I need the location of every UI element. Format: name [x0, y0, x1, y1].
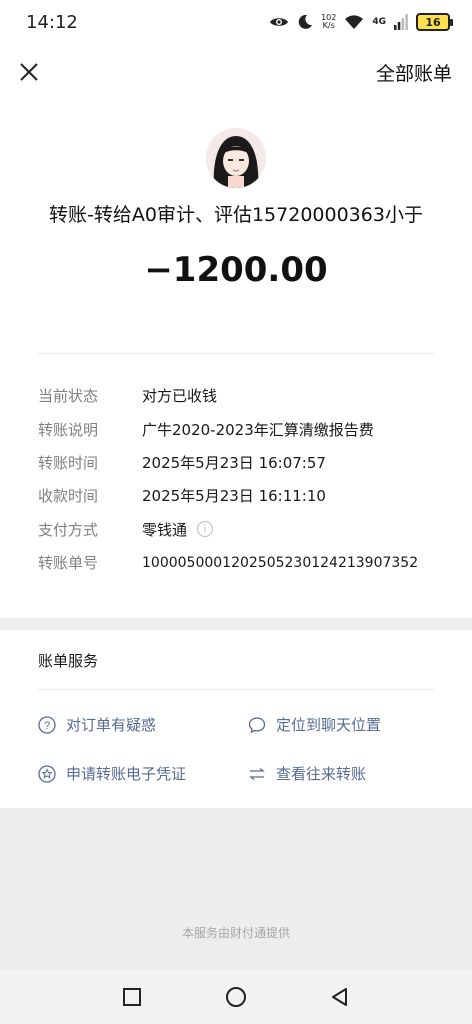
status-bar: 14:12 102 K/s 4G 16	[0, 0, 472, 44]
all-bills-link[interactable]: 全部账单	[376, 59, 452, 86]
detail-row-note: 转账说明 广牛2020-2023年汇算清缴报告费	[38, 412, 448, 445]
bill-services: 账单服务 ? 对订单有疑惑 定位到聊天位置 申请转账电子凭证 查看往来转账	[0, 630, 472, 808]
detail-key: 转账时间	[38, 453, 99, 472]
net-speed: 102 K/s	[321, 13, 337, 30]
recent-apps-icon[interactable]	[122, 987, 142, 1007]
detail-row-transfer-time: 转账时间 2025年5月23日 16:07:57	[38, 446, 448, 479]
system-nav-bar	[0, 970, 472, 1024]
detail-key: 收款时间	[38, 487, 99, 506]
network-type: 4G	[372, 17, 386, 27]
close-button[interactable]	[14, 57, 44, 87]
detail-key: 转账说明	[38, 420, 99, 439]
detail-value: 广牛2020-2023年汇算清缴报告费	[142, 420, 374, 439]
detail-value: 对方已收钱	[142, 387, 218, 406]
moon-icon	[298, 14, 313, 29]
service-label: 查看往来转账	[276, 765, 367, 783]
detail-value: 2025年5月23日 16:07:57	[142, 453, 326, 472]
transfer-title: 转账-转给A0审计、评估15720000363小于	[49, 204, 423, 226]
transfer-detail-card: 转账-转给A0审计、评估15720000363小于 −1200.00 当前状态 对…	[0, 100, 472, 618]
nav-bar: 全部账单	[0, 44, 472, 100]
battery-indicator: 16	[416, 13, 453, 31]
divider	[38, 689, 434, 690]
question-circle-icon: ?	[38, 715, 56, 734]
status-icons: 102 K/s 4G 16	[269, 13, 453, 31]
detail-key: 支付方式	[38, 520, 99, 539]
close-icon	[20, 63, 38, 81]
detail-key: 当前状态	[38, 387, 99, 406]
detail-row-transfer-id: 转账单号 100005000120250523012421390735​2	[38, 546, 448, 579]
star-circle-icon	[38, 764, 56, 783]
status-time: 14:12	[26, 11, 78, 33]
detail-row-payment-method: 支付方式 零钱通 i	[38, 513, 448, 546]
service-locate-chat[interactable]: 定位到聊天位置	[248, 714, 381, 735]
detail-row-status: 当前状态 对方已收钱	[38, 379, 448, 412]
svg-text:?: ?	[44, 720, 50, 732]
detail-value: 2025年5月23日 16:11:10	[142, 487, 326, 506]
info-icon[interactable]: i	[197, 521, 214, 538]
service-label: 对订单有疑惑	[66, 716, 157, 734]
service-view-transfers[interactable]: 查看往来转账	[248, 763, 366, 784]
detail-list: 当前状态 对方已收钱 转账说明 广牛2020-2023年汇算清缴报告费 转账时间 20…	[38, 379, 448, 579]
exchange-icon	[248, 765, 266, 783]
chat-bubble-icon	[248, 716, 266, 734]
detail-row-receive-time: 收款时间 2025年5月23日 16:11:10	[38, 479, 448, 512]
service-e-voucher[interactable]: 申请转账电子凭证	[38, 763, 186, 784]
service-label: 申请转账电子凭证	[66, 765, 187, 783]
signal-icon	[394, 14, 408, 30]
service-label: 定位到聊天位置	[276, 716, 382, 734]
detail-value: 100005000120250523012421390735​2	[142, 554, 419, 571]
services-heading: 账单服务	[38, 652, 99, 670]
avatar	[206, 128, 266, 188]
eye-icon	[270, 18, 289, 26]
home-icon[interactable]	[225, 986, 247, 1008]
service-order-question[interactable]: ? 对订单有疑惑	[38, 714, 156, 735]
detail-key: 转账单号	[38, 554, 99, 573]
footer-provider: 本服务由财付通提供	[181, 926, 290, 940]
wifi-icon	[345, 15, 364, 29]
back-icon[interactable]	[330, 987, 350, 1007]
divider	[38, 353, 434, 354]
transfer-amount: −1200.00	[144, 250, 328, 290]
detail-value: 零钱通	[142, 520, 188, 539]
